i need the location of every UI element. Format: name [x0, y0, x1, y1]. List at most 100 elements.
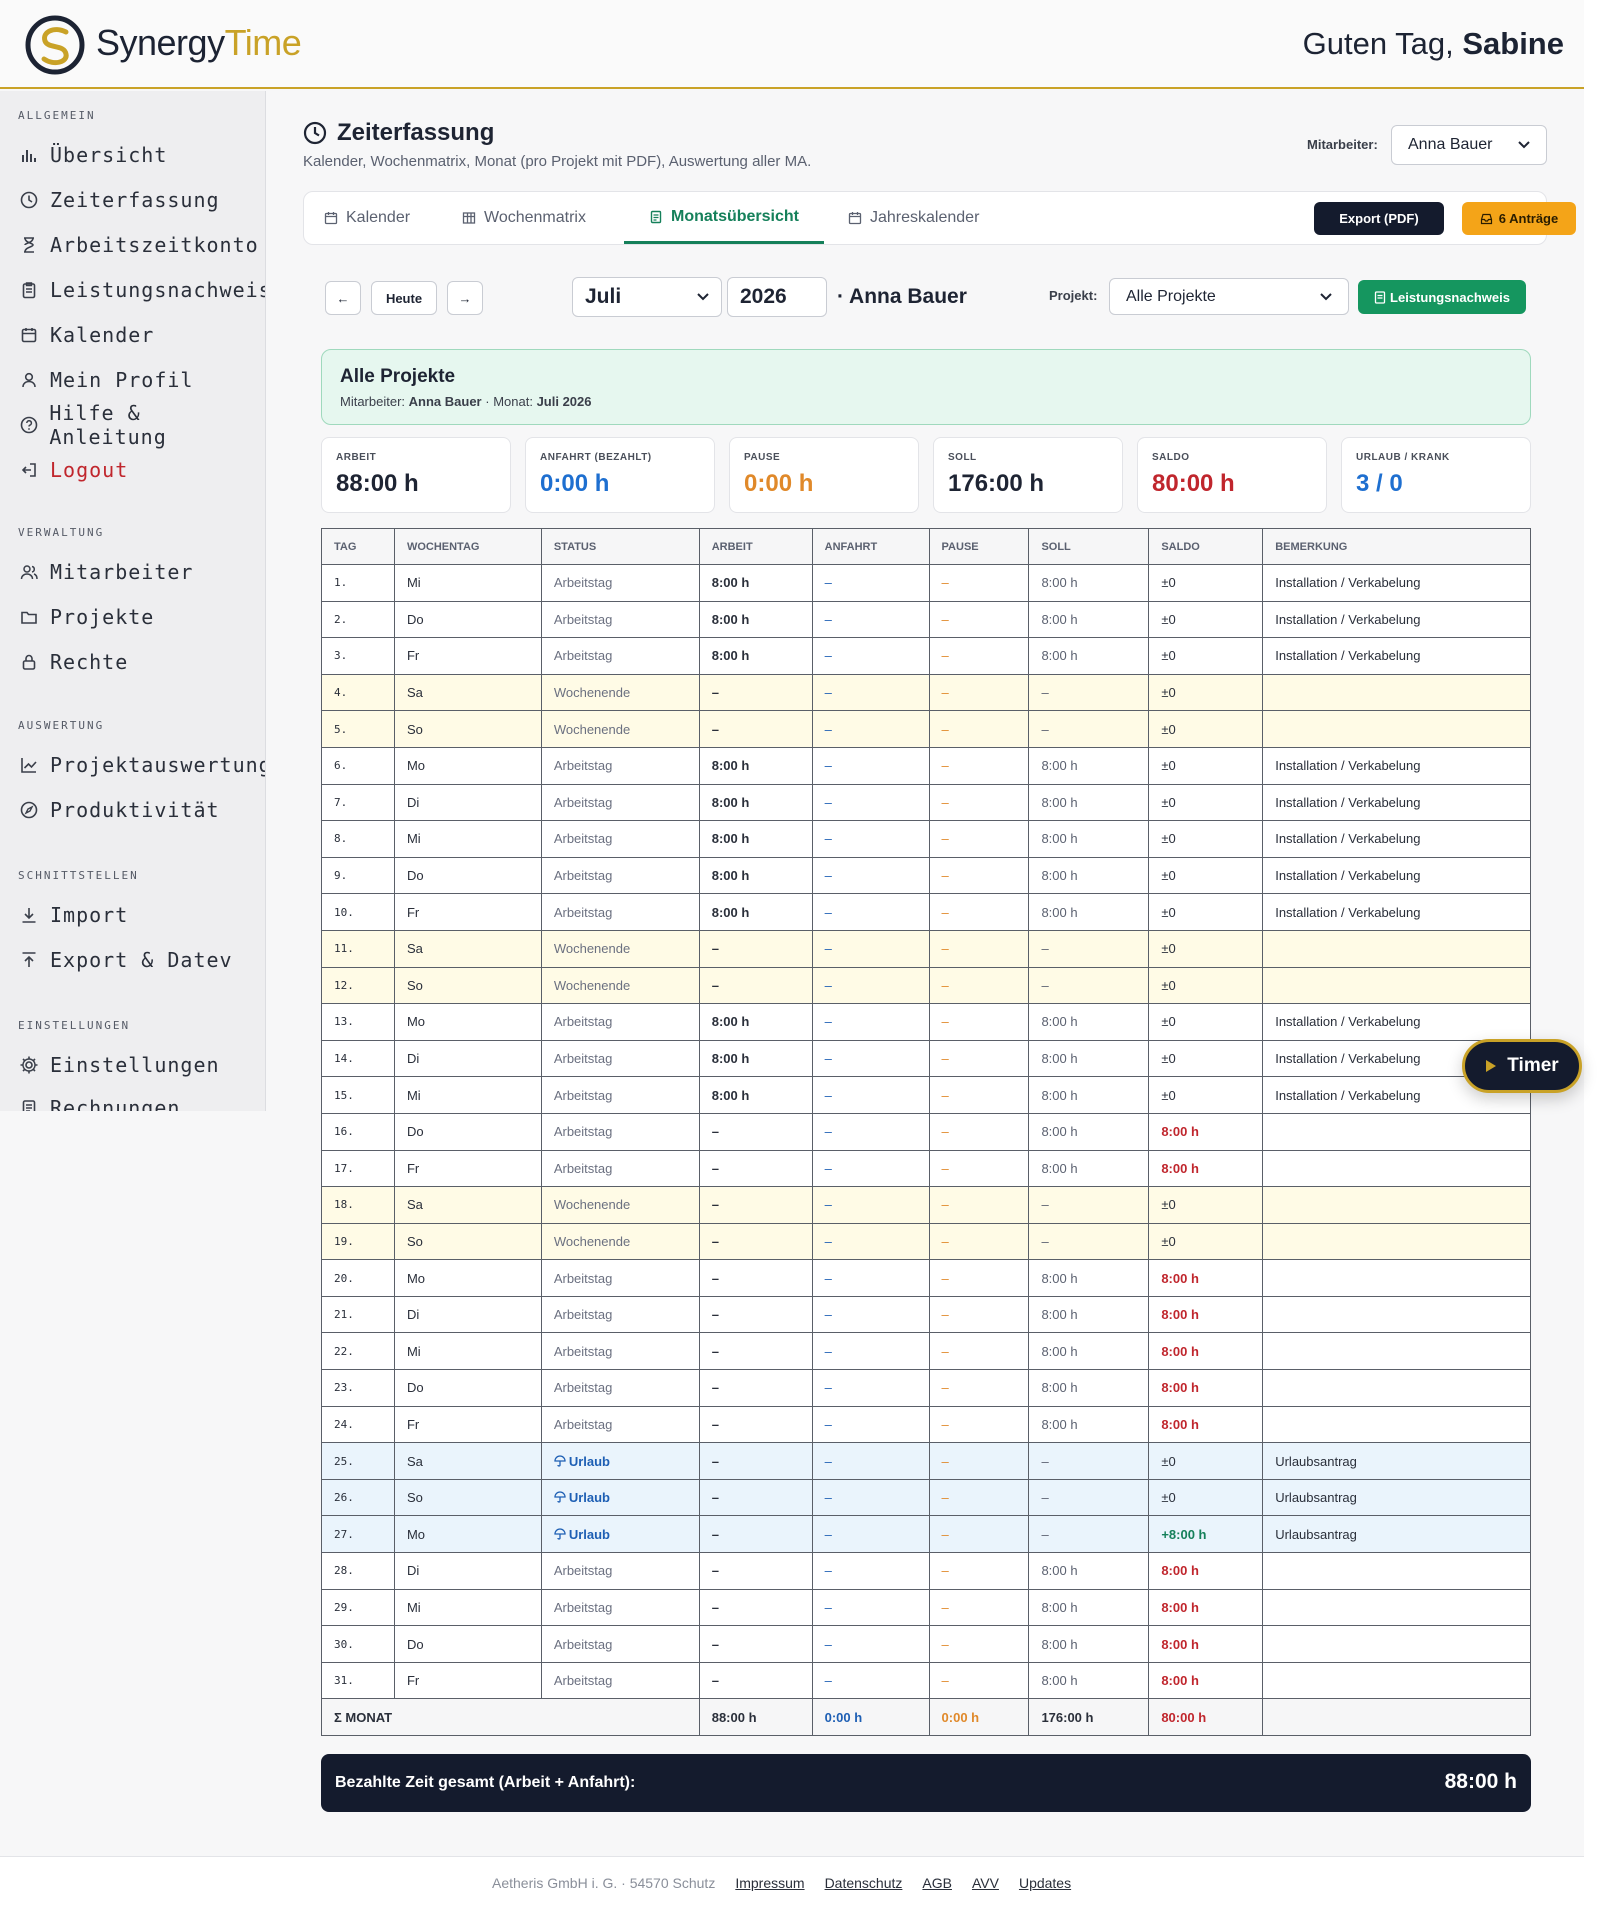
table-row[interactable]: 5. So Wochenende – – – – ±0 — [321, 710, 1531, 748]
table-row[interactable]: 9. Do Arbeitstag 8:00 h – –8:00 h ±0 Installati… — [321, 856, 1531, 895]
table-row[interactable]: 1. Mi Arbeitstag 8:00 h – –8:00 h ±0 Installati… — [321, 564, 1531, 602]
table-row[interactable]: 11. Sa Wochenende – – – – ±0 — [321, 929, 1531, 968]
logo-text[interactable]: SynergyTime — [96, 22, 302, 64]
sidebar-item-uebersicht[interactable]: Übersicht — [18, 140, 167, 170]
tab-jahreskalender[interactable]: Jahreskalender — [848, 192, 979, 244]
sidebar-item-import[interactable]: Import — [18, 900, 128, 930]
cell-work: 8:00 h — [698, 783, 813, 822]
footer-link-agb[interactable]: AGB — [922, 1875, 952, 1891]
table-row[interactable]: 30. Do Arbeitstag – – –8:00 h 8:00 h — [321, 1625, 1531, 1663]
table-row[interactable]: 22. Mi Arbeitstag – – –8:00 h 8:00 h — [321, 1332, 1531, 1371]
cell-day: 26. — [321, 1478, 395, 1517]
table-row[interactable]: 15. Mi Arbeitstag 8:00 h – –8:00 h ±0 Installat… — [321, 1076, 1531, 1114]
table-row[interactable]: 26. So Urlaub – – – – ±0 Urlaubsantrag — [321, 1478, 1531, 1517]
sidebar-item-logout[interactable]: Logout — [18, 455, 128, 485]
cell-travel: – — [811, 1222, 930, 1261]
cell-work: 8:00 h — [698, 1039, 813, 1078]
column-header[interactable]: STATUS — [540, 528, 700, 565]
table-row[interactable]: 6. Mo Arbeitstag 8:00 h – –8:00 h ±0 Installati… — [321, 746, 1531, 785]
users-icon — [18, 561, 40, 583]
sidebar-item-arbeitszeitkonto[interactable]: Arbeitszeitkonto — [18, 230, 259, 260]
table-row[interactable]: 16. Do Arbeitstag – – –8:00 h 8:00 h — [321, 1112, 1531, 1151]
tab-monatsuebersicht[interactable]: Monatsübersicht — [624, 192, 824, 244]
sidebar-item-kalender[interactable]: Kalender — [18, 320, 154, 350]
table-row[interactable]: 14. Di Arbeitstag 8:00 h – –8:00 h ±0 Installat… — [321, 1039, 1531, 1078]
table-row[interactable]: 20. Mo Arbeitstag – – –8:00 h 8:00 h — [321, 1259, 1531, 1297]
cell-work: 8:00 h — [698, 637, 813, 675]
sidebar-item-zeiterfassung[interactable]: Zeiterfassung — [18, 185, 220, 215]
cell-break: – — [928, 1112, 1030, 1151]
column-header[interactable]: PAUSE — [928, 528, 1030, 565]
tab-kalender[interactable]: Kalender — [324, 192, 410, 244]
compass-icon — [18, 799, 40, 821]
table-row[interactable]: 17. Fr Arbeitstag – – –8:00 h 8:00 h — [321, 1149, 1531, 1188]
table-row[interactable]: 18. Sa Wochenende – – – – ±0 — [321, 1186, 1531, 1224]
today-button[interactable]: Heute — [371, 281, 437, 315]
leistungsnachweis-button[interactable]: Leistungsnachweis — [1358, 280, 1526, 314]
cell-status: Arbeitstag — [540, 1112, 700, 1151]
table-row[interactable]: 3. Fr Arbeitstag 8:00 h – –8:00 h ±0 Installati… — [321, 637, 1531, 675]
sidebar-item-produktivitaet[interactable]: Produktivität — [18, 795, 220, 825]
sidebar-item-hilfe[interactable]: Hilfe & Anleitung — [18, 401, 265, 449]
table-row[interactable]: 29. Mi Arbeitstag – – –8:00 h 8:00 h — [321, 1588, 1531, 1627]
sidebar-item-projekte[interactable]: Projekte — [18, 602, 154, 632]
table-row[interactable]: 24. Fr Arbeitstag – – –8:00 h 8:00 h — [321, 1405, 1531, 1444]
column-header[interactable]: SALDO — [1148, 528, 1264, 565]
sidebar-item-mitarbeiter[interactable]: Mitarbeiter — [18, 557, 193, 587]
table-row[interactable]: 8. Mi Arbeitstag 8:00 h – –8:00 h ±0 Installati… — [321, 820, 1531, 858]
table-row[interactable]: 7. Di Arbeitstag 8:00 h – –8:00 h ±0 Installati… — [321, 783, 1531, 822]
timer-button[interactable]: Timer — [1462, 1039, 1582, 1093]
table-row[interactable]: 13. Mo Arbeitstag 8:00 h – –8:00 h ±0 Installat… — [321, 1003, 1531, 1041]
table-row[interactable]: 12. So Wochenende – – – – ±0 — [321, 966, 1531, 1005]
cell-target: 8:00 h — [1028, 820, 1150, 858]
sidebar-item-einstellungen[interactable]: Einstellungen — [18, 1050, 220, 1080]
table-row[interactable]: 21. Di Arbeitstag – – –8:00 h 8:00 h — [321, 1295, 1531, 1334]
sum-work: 88:00 h — [698, 1698, 813, 1736]
sidebar-item-mein-profil[interactable]: Mein Profil — [18, 365, 193, 395]
table-row[interactable]: 2. Do Arbeitstag 8:00 h – –8:00 h ±0 Installati… — [321, 600, 1531, 639]
footer-link-updates[interactable]: Updates — [1019, 1875, 1071, 1891]
column-header[interactable]: WOCHENTAG — [393, 528, 542, 565]
requests-button[interactable]: 6 Anträge — [1462, 202, 1576, 235]
sidebar-item-projektauswertung[interactable]: Projektauswertung — [18, 750, 265, 780]
sidebar-item-rechnungen[interactable]: Rechnungen — [18, 1093, 180, 1111]
next-month-button[interactable]: → — [447, 281, 483, 315]
table-row[interactable]: 10. Fr Arbeitstag 8:00 h – –8:00 h ±0 Installat… — [321, 893, 1531, 931]
sidebar-item-leistungsnachweis[interactable]: Leistungsnachweis — [18, 275, 265, 305]
logo-icon[interactable] — [24, 14, 86, 76]
table-row[interactable]: 28. Di Arbeitstag – – –8:00 h 8:00 h — [321, 1552, 1531, 1590]
column-header[interactable]: ANFAHRT — [811, 528, 930, 565]
table-row[interactable]: 19. So Wochenende – – – – ±0 — [321, 1222, 1531, 1261]
kpi-label: PAUSE — [744, 452, 781, 463]
summary-month-value: Juli 2026 — [536, 394, 592, 409]
table-row[interactable]: 23. Do Arbeitstag – – –8:00 h 8:00 h — [321, 1369, 1531, 1407]
year-input[interactable]: 2026 — [727, 277, 827, 317]
cell-balance: ±0 — [1148, 746, 1264, 785]
chevron-down-icon — [1518, 141, 1530, 149]
column-header[interactable]: BEMERKUNG — [1262, 528, 1531, 565]
table-row[interactable]: 25. Sa Urlaub – – – – ±0 Urlaubsantrag — [321, 1442, 1531, 1480]
footer-link-avv[interactable]: AVV — [972, 1875, 999, 1891]
cell-weekday: Do — [393, 1625, 542, 1663]
month-select[interactable]: Juli — [572, 277, 722, 317]
sidebar-item-rechte[interactable]: Rechte — [18, 647, 128, 677]
table-row[interactable]: 31. Fr Arbeitstag – – –8:00 h 8:00 h — [321, 1661, 1531, 1700]
column-header[interactable]: ARBEIT — [698, 528, 813, 565]
sidebar-item-export-datev[interactable]: Export & Datev — [18, 945, 233, 975]
project-label: Projekt: — [1049, 288, 1098, 303]
cell-break: – — [928, 1552, 1030, 1590]
table-row[interactable]: 4. Sa Wochenende – – – – ±0 — [321, 673, 1531, 712]
footer-link-impressum[interactable]: Impressum — [735, 1875, 804, 1891]
table-row[interactable]: 27. Mo Urlaub – – – – +8:00 h Urlaubsantrag — [321, 1515, 1531, 1554]
tab-wochenmatrix[interactable]: Wochenmatrix — [462, 192, 586, 244]
project-select[interactable]: Alle Projekte — [1109, 278, 1349, 315]
column-header[interactable]: TAG — [321, 528, 395, 565]
column-header[interactable]: SOLL — [1028, 528, 1150, 565]
cell-work: – — [698, 1405, 813, 1444]
employee-select[interactable]: Anna Bauer — [1391, 125, 1547, 165]
footer-link-datenschutz[interactable]: Datenschutz — [825, 1875, 903, 1891]
prev-month-button[interactable]: ← — [325, 281, 361, 315]
export-pdf-button[interactable]: Export (PDF) — [1314, 202, 1444, 235]
greeting: Guten Tag, Sabine — [1303, 26, 1564, 62]
cell-weekday: Sa — [393, 1442, 542, 1480]
